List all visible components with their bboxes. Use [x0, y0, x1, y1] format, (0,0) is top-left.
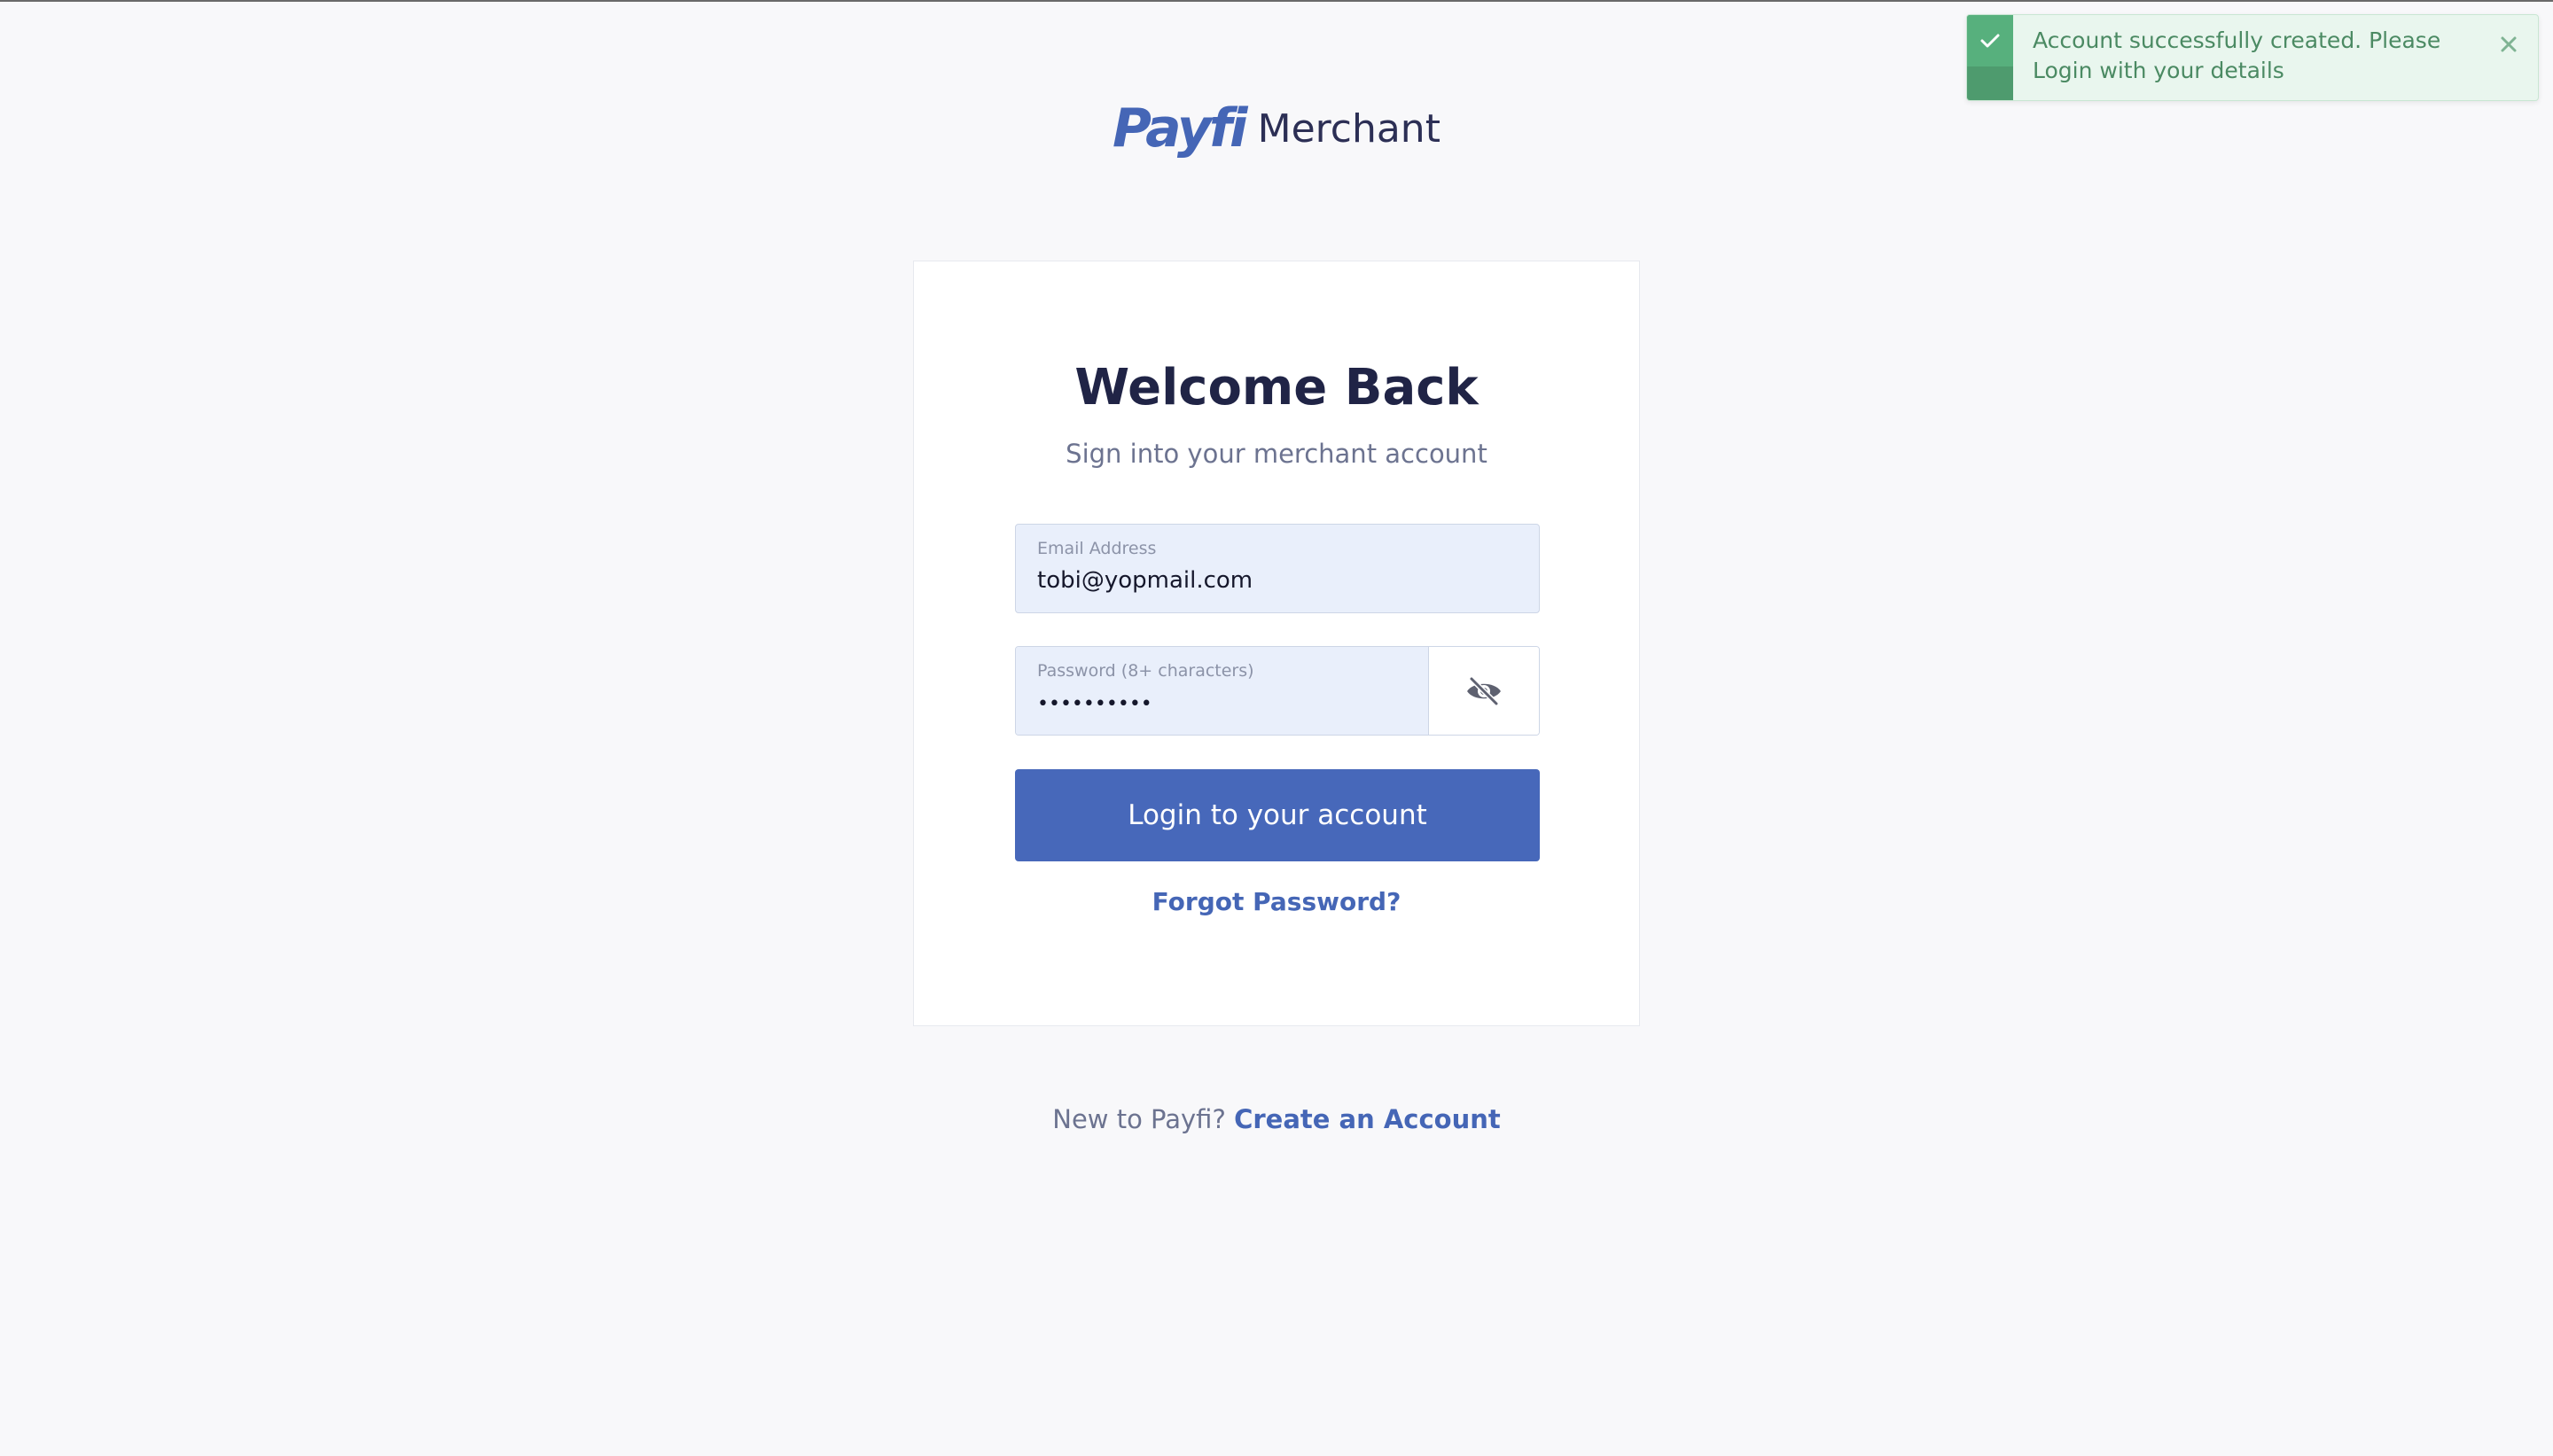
eye-off-icon	[1467, 675, 1501, 706]
check-icon	[1980, 34, 2000, 48]
create-account-link[interactable]: Create an Account	[1234, 1104, 1501, 1134]
logo-product-name: Merchant	[1257, 105, 1440, 152]
toast-icon-box	[1967, 15, 2013, 66]
page-subtitle: Sign into your merchant account	[1066, 439, 1487, 469]
email-input[interactable]	[1037, 567, 1409, 594]
brand-logo: Payfi Merchant	[0, 97, 2553, 160]
password-field[interactable]: Password (8+ characters) ••••••••••	[1015, 646, 1540, 736]
email-label: Email Address	[1037, 539, 1157, 558]
signup-prompt: New to Payfi? Create an Account	[0, 1104, 2553, 1134]
toast-status-strip	[1967, 15, 2013, 100]
login-button[interactable]: Login to your account	[1015, 769, 1540, 861]
toast-close-button[interactable]	[2495, 31, 2522, 58]
close-icon	[2501, 36, 2517, 52]
forgot-password-link[interactable]: Forgot Password?	[914, 887, 1639, 916]
email-field[interactable]: Email Address	[1015, 524, 1540, 613]
page-title: Welcome Back	[1074, 359, 1479, 417]
payfi-logo-mark: Payfi	[1113, 97, 1248, 160]
signup-prompt-text: New to Payfi?	[1052, 1104, 1226, 1134]
login-card: Welcome Back Sign into your merchant acc…	[913, 261, 1640, 1026]
password-input[interactable]: ••••••••••	[1037, 693, 1409, 715]
password-visibility-toggle[interactable]	[1428, 647, 1539, 735]
toast-message: Account successfully created. Please Log…	[2033, 27, 2441, 83]
password-label: Password (8+ characters)	[1037, 661, 1254, 681]
success-toast: Account successfully created. Please Log…	[1966, 14, 2539, 101]
password-input-area[interactable]: Password (8+ characters) ••••••••••	[1016, 647, 1429, 735]
